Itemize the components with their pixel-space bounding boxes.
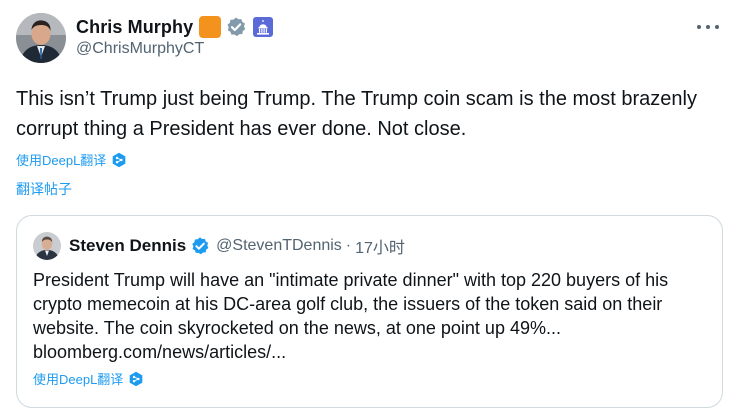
gold-org-badge-icon[interactable] xyxy=(199,16,222,38)
deepl-icon xyxy=(128,371,144,387)
author-handle[interactable]: @ChrisMurphyCT xyxy=(76,40,204,58)
avatar[interactable] xyxy=(16,13,66,63)
separator-dot: · xyxy=(345,237,352,254)
dot xyxy=(706,25,710,29)
dot xyxy=(715,25,719,29)
translate-post-button[interactable]: 翻译帖子 xyxy=(16,179,72,199)
author-row: Chris Murphy xyxy=(76,14,274,40)
quote-text: President Trump will have an "intimate p… xyxy=(33,270,669,362)
tweet: Chris Murphy @ChrisMurphyCT This isn’t T… xyxy=(0,0,739,415)
capitol-icon[interactable] xyxy=(252,16,274,38)
quote-handle[interactable]: @StevenTDennis xyxy=(216,237,342,255)
quote-timestamp[interactable]: 17小时 xyxy=(355,234,405,258)
verified-blue-icon[interactable] xyxy=(190,236,210,256)
display-name[interactable]: Chris Murphy xyxy=(76,17,193,38)
translate-deepl-label: 使用DeepL翻译 xyxy=(16,153,107,168)
quote-translate-deepl-label: 使用DeepL翻译 xyxy=(33,372,124,387)
quote-avatar[interactable] xyxy=(33,232,61,260)
deepl-icon xyxy=(111,152,127,168)
quote-display-name[interactable]: Steven Dennis xyxy=(69,236,186,256)
verified-gray-icon[interactable] xyxy=(225,16,247,38)
translate-deepl-button[interactable]: 使用DeepL翻译 xyxy=(16,150,127,169)
quote-header: Steven Dennis @StevenTDennis · 17小时 xyxy=(33,232,405,260)
more-icon[interactable] xyxy=(697,18,719,36)
quote-translate-deepl-button[interactable]: 使用DeepL翻译 xyxy=(33,369,144,388)
dot xyxy=(697,25,701,29)
post-text: This isn’t Trump just being Trump. The T… xyxy=(16,88,697,140)
quoted-tweet[interactable]: Steven Dennis @StevenTDennis · 17小时 Pres… xyxy=(16,215,723,408)
